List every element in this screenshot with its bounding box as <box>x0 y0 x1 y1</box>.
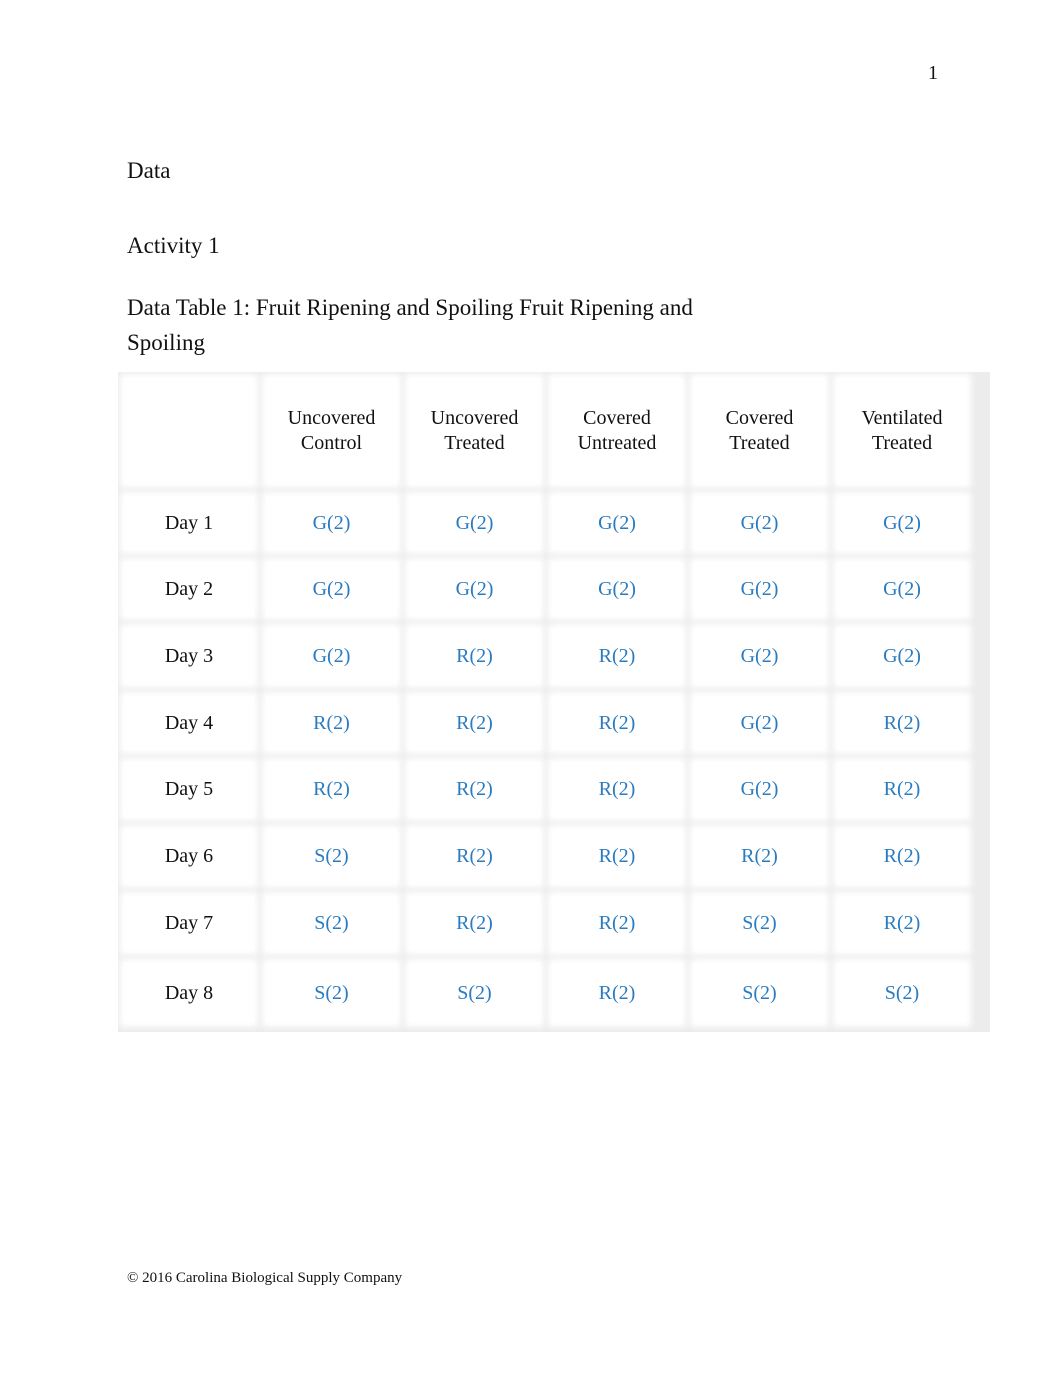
table-cell: G(2) <box>266 628 397 684</box>
table-cell: S(2) <box>694 963 825 1023</box>
table-cell: G(2) <box>266 562 397 616</box>
table-cell: S(2) <box>266 963 397 1023</box>
table-corner-cell <box>124 378 254 484</box>
table-cell: R(2) <box>552 762 682 817</box>
page-number: 1 <box>928 62 938 84</box>
table-cell: G(2) <box>837 562 967 616</box>
table-cell: R(2) <box>552 963 682 1023</box>
table-cell: R(2) <box>409 829 540 884</box>
column-header: Covered Untreated <box>552 378 682 484</box>
table-title: Data Table 1: Fruit Ripening and Spoilin… <box>127 295 693 355</box>
table-cell: R(2) <box>837 696 967 750</box>
table-cell: R(2) <box>409 628 540 684</box>
table-cell: R(2) <box>552 829 682 884</box>
data-table-grid: Uncovered Control Uncovered Treated Covere… <box>118 372 990 1032</box>
table-cell: R(2) <box>409 762 540 817</box>
row-label: Day 6 <box>124 829 254 884</box>
data-table: Uncovered Control Uncovered Treated Covere… <box>118 372 990 1032</box>
table-cell: G(2) <box>694 562 825 616</box>
table-cell: R(2) <box>552 896 682 951</box>
row-label: Day 2 <box>124 562 254 616</box>
table-cell: G(2) <box>409 562 540 616</box>
table-cell: G(2) <box>552 496 682 550</box>
table-cell: G(2) <box>837 496 967 550</box>
table-cell: R(2) <box>837 762 967 817</box>
table-cell: R(2) <box>552 696 682 750</box>
table-cell: G(2) <box>694 628 825 684</box>
table-cell: G(2) <box>694 762 825 817</box>
table-cell: R(2) <box>266 696 397 750</box>
table-cell: G(2) <box>694 496 825 550</box>
table-cell: R(2) <box>837 896 967 951</box>
table-cell: R(2) <box>552 628 682 684</box>
table-cell: R(2) <box>694 829 825 884</box>
table-cell: S(2) <box>837 963 967 1023</box>
table-cell: S(2) <box>409 963 540 1023</box>
row-label: Day 4 <box>124 696 254 750</box>
row-label: Day 8 <box>124 963 254 1023</box>
copyright-footer: © 2016 Carolina Biological Supply Compan… <box>127 1270 403 1286</box>
table-cell: G(2) <box>409 496 540 550</box>
table-cell: R(2) <box>409 896 540 951</box>
activity-heading: Activity 1 <box>127 233 220 258</box>
column-header: Uncovered Control <box>266 378 397 484</box>
column-header: Uncovered Treated <box>409 378 540 484</box>
table-cell: R(2) <box>409 696 540 750</box>
row-label: Day 1 <box>124 496 254 550</box>
table-cell: S(2) <box>266 829 397 884</box>
table-cell: G(2) <box>694 696 825 750</box>
table-cell: S(2) <box>266 896 397 951</box>
table-cell: R(2) <box>837 829 967 884</box>
table-cell: G(2) <box>552 562 682 616</box>
column-header: Ventilated Treated <box>837 378 967 484</box>
row-label: Day 3 <box>124 628 254 684</box>
row-label: Day 5 <box>124 762 254 817</box>
row-label: Day 7 <box>124 896 254 951</box>
column-header: Covered Treated <box>694 378 825 484</box>
table-cell: G(2) <box>266 496 397 550</box>
table-cell: S(2) <box>694 896 825 951</box>
table-cell: R(2) <box>266 762 397 817</box>
section-heading: Data <box>127 158 171 183</box>
table-cell: G(2) <box>837 628 967 684</box>
